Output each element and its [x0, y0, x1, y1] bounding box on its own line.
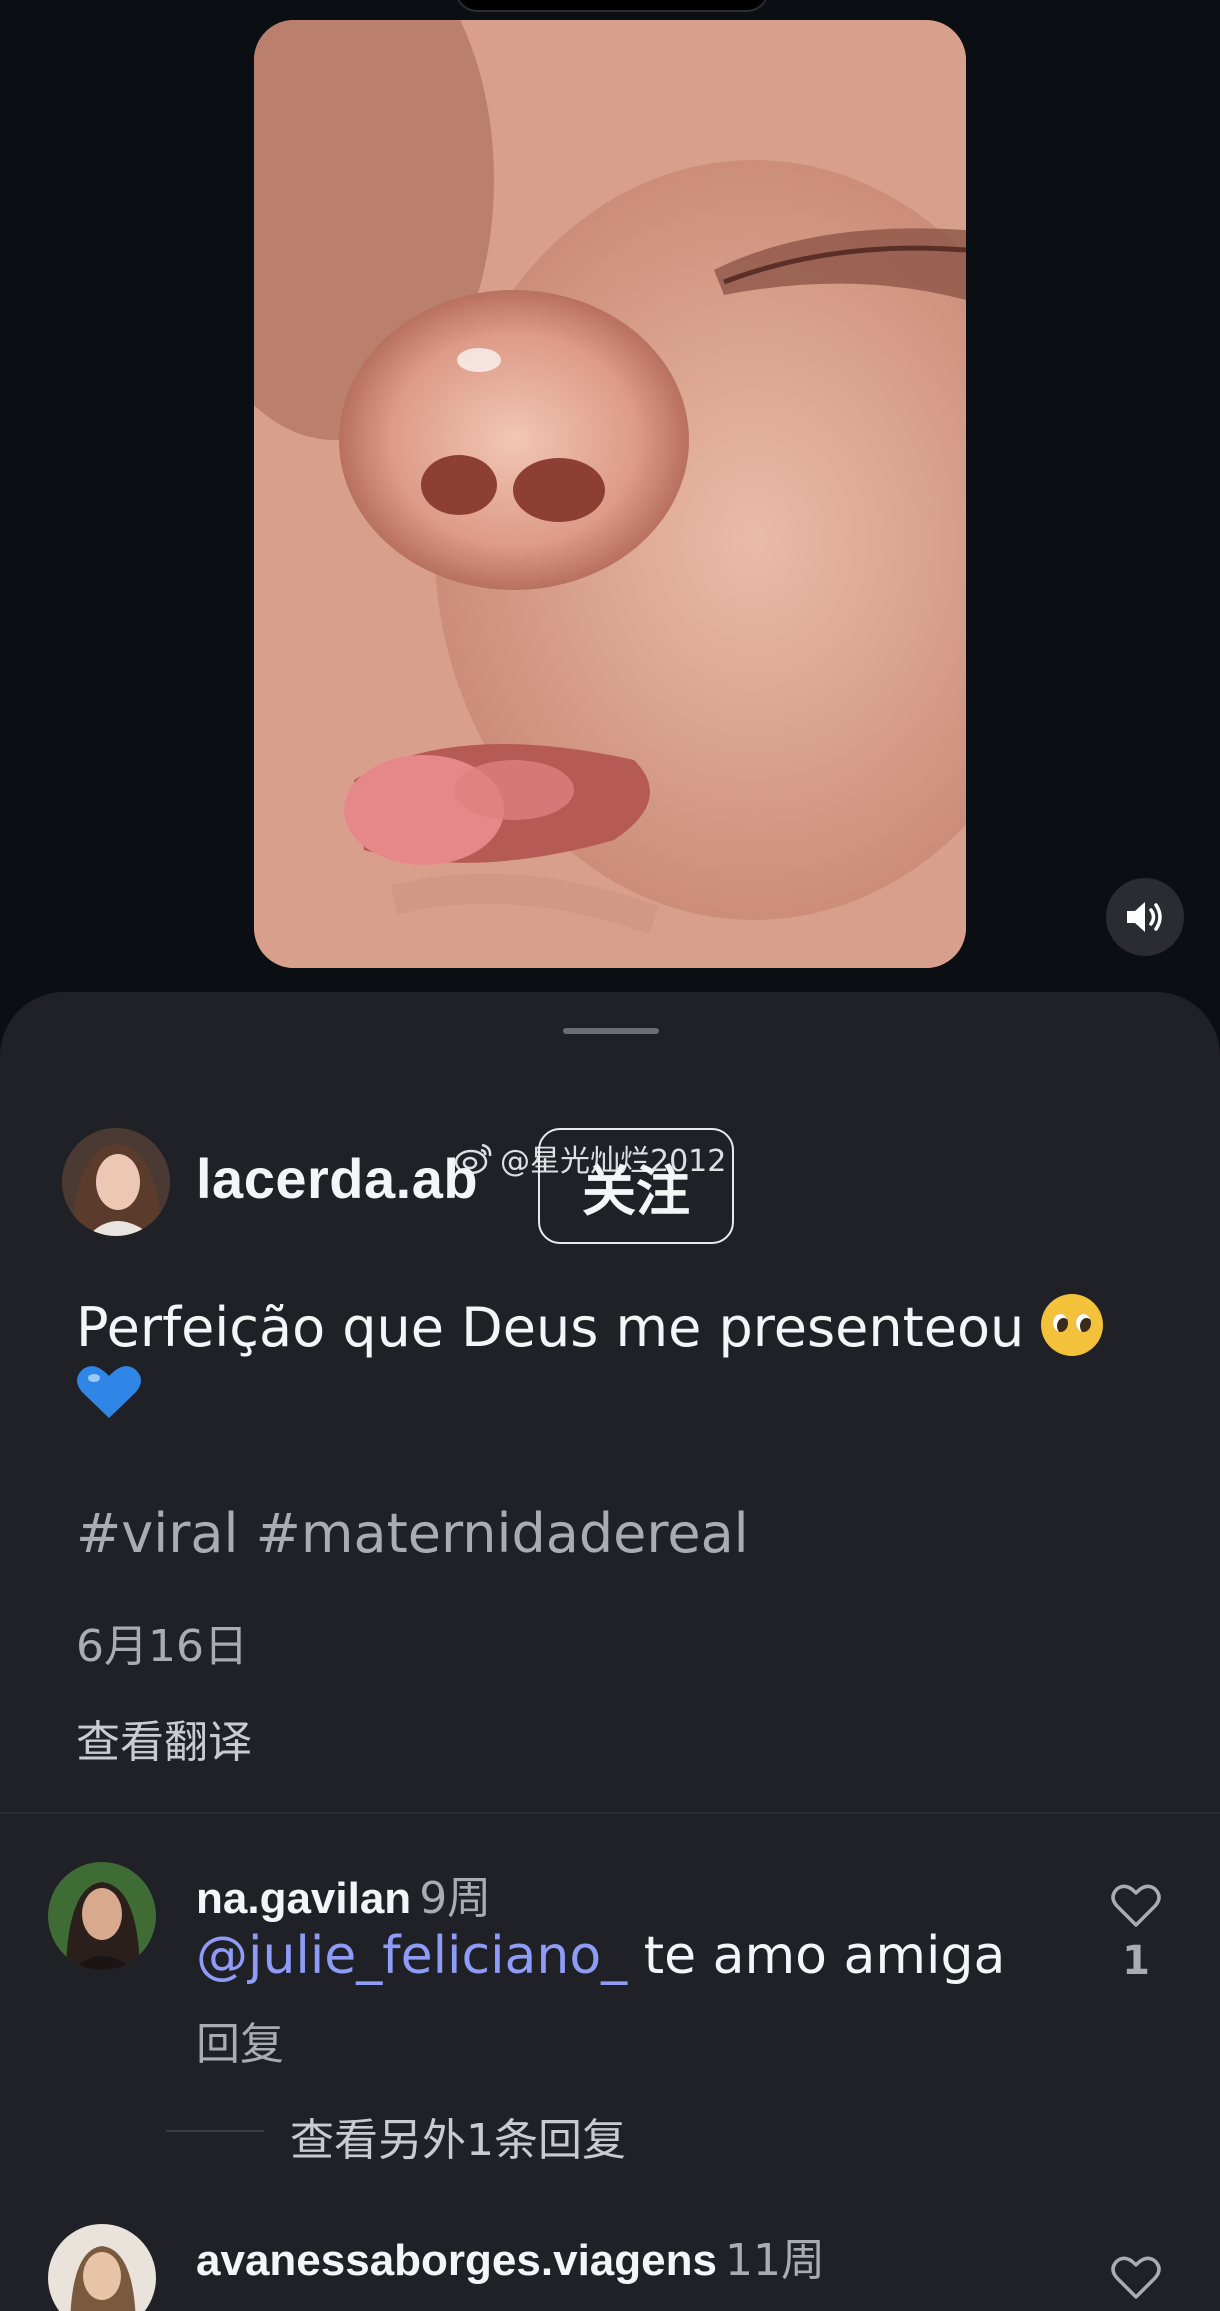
- author-username[interactable]: lacerda.ab: [196, 1146, 478, 1211]
- mute-button[interactable]: [1106, 878, 1184, 956]
- comment-username[interactable]: avanessaborges.viagens: [196, 2236, 717, 2285]
- divider: [0, 1812, 1220, 1814]
- comment-header: na.gavilan 9周: [196, 1862, 491, 1926]
- watermark: @星光灿烂2012: [454, 1136, 726, 1180]
- comment-time: 11周: [724, 2235, 825, 2286]
- like-control[interactable]: [1110, 2256, 1162, 2304]
- camera-notch: [455, 0, 769, 12]
- comment-username[interactable]: na.gavilan: [196, 1874, 411, 1923]
- view-more-replies-link[interactable]: 查看另外1条回复: [290, 2104, 626, 2168]
- author-avatar-image: [62, 1128, 170, 1236]
- like-control[interactable]: 1: [1110, 1884, 1162, 1984]
- comment-text: @julie_feliciano_ te amo amiga: [196, 1926, 1005, 1986]
- commenter-avatar[interactable]: [48, 2224, 156, 2311]
- author-row: lacerda.ab 关注 @星光灿烂2012: [62, 1128, 1162, 1244]
- mention-link[interactable]: @julie_feliciano_: [196, 1926, 627, 1986]
- post-hashtags[interactable]: #viral #maternidadereal: [76, 1502, 749, 1565]
- heart-icon: [1111, 2256, 1161, 2299]
- comment-header: avanessaborges.viagens 11周: [196, 2224, 825, 2288]
- author-avatar[interactable]: [62, 1128, 170, 1236]
- replies-thread-line: [166, 2130, 264, 2132]
- video-player[interactable]: [254, 20, 966, 968]
- blue-heart-emoji-icon: [77, 1366, 141, 1418]
- commenter-avatar-image: [48, 1862, 156, 1970]
- screen: lacerda.ab 关注 @星光灿烂2012 Perfeição que De…: [0, 0, 1220, 2311]
- weibo-icon: [454, 1143, 492, 1175]
- comment-body: te amo amiga: [627, 1926, 1006, 1986]
- caption-text: Perfeição que Deus me presenteou: [76, 1296, 1025, 1359]
- post-details-sheet: lacerda.ab 关注 @星光灿烂2012 Perfeição que De…: [0, 992, 1220, 2311]
- watermark-text: @星光灿烂2012: [500, 1144, 727, 1179]
- commenter-avatar-image: [48, 2224, 156, 2311]
- post-date: 6月16日: [76, 1621, 248, 1672]
- video-frame-image: [254, 20, 966, 968]
- comment-time: 9周: [419, 1873, 492, 1924]
- reply-button[interactable]: 回复: [196, 2008, 284, 2072]
- like-count: 1: [1122, 1938, 1150, 1984]
- see-translation-link[interactable]: 查看翻译: [76, 1706, 252, 1770]
- sheet-grabber-handle[interactable]: [563, 1028, 659, 1034]
- post-caption: Perfeição que Deus me presenteou: [76, 1294, 1156, 1427]
- heart-icon: [1111, 1884, 1161, 1927]
- pleading-face-emoji-icon: [1041, 1294, 1104, 1356]
- speaker-icon: [1127, 902, 1162, 932]
- commenter-avatar[interactable]: [48, 1862, 156, 1970]
